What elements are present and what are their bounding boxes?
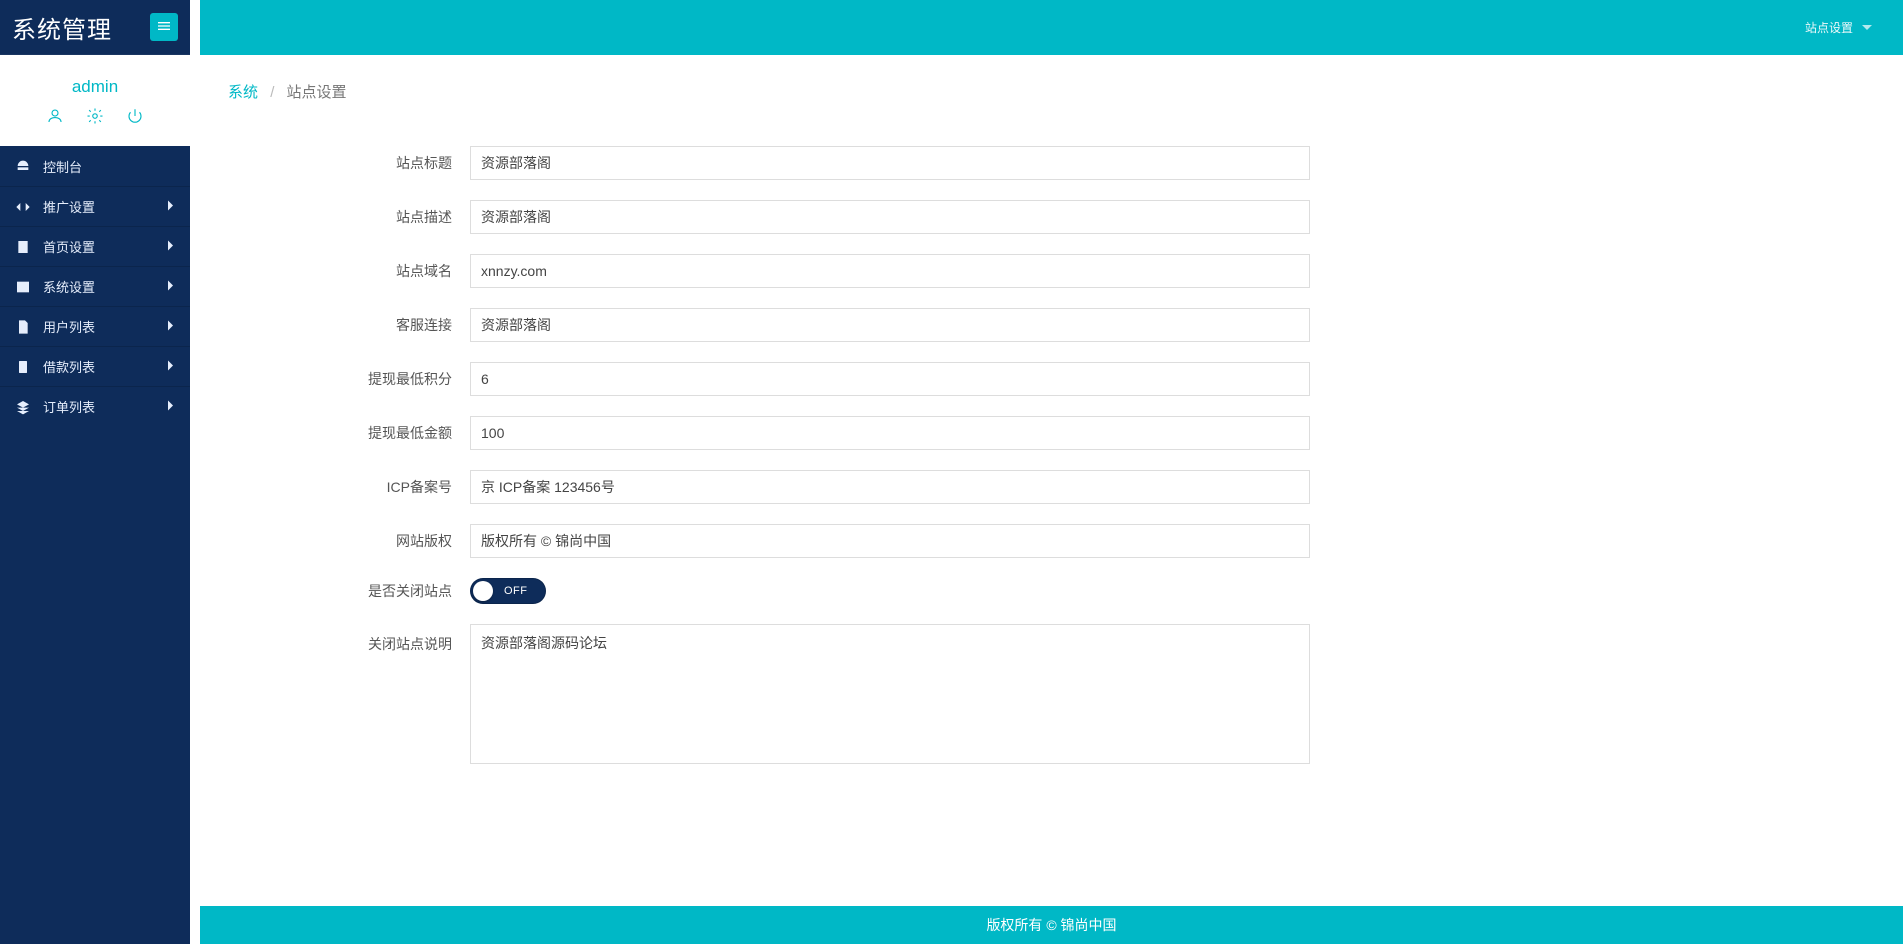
nav-label: 借款列表 bbox=[43, 357, 95, 376]
chevron-right-icon bbox=[167, 359, 175, 374]
input-kefu-link[interactable] bbox=[470, 308, 1310, 342]
nav-label: 系统设置 bbox=[43, 277, 95, 296]
form-panel: 站点标题 站点描述 站点域名 客服连接 提现最低积分 bbox=[200, 116, 1903, 847]
input-copyright[interactable] bbox=[470, 524, 1310, 558]
input-site-domain[interactable] bbox=[470, 254, 1310, 288]
sidebar-top: 系统管理 bbox=[0, 0, 190, 55]
label-site-desc: 站点描述 bbox=[230, 207, 470, 227]
brand: 系统管理 bbox=[12, 10, 112, 45]
nav-item-orders[interactable]: 订单列表 bbox=[0, 386, 190, 426]
nav-label: 首页设置 bbox=[43, 237, 95, 256]
menu-toggle-button[interactable] bbox=[150, 13, 178, 41]
input-min-amount[interactable] bbox=[470, 416, 1310, 450]
textarea-closed-msg[interactable] bbox=[470, 624, 1310, 764]
label-min-points: 提现最低积分 bbox=[230, 369, 470, 389]
label-site-domain: 站点域名 bbox=[230, 261, 470, 281]
nav-label: 控制台 bbox=[43, 157, 82, 176]
chevron-down-icon[interactable] bbox=[1861, 20, 1873, 36]
chevron-right-icon bbox=[167, 399, 175, 414]
sidebar: 系统管理 admin 控制台 bbox=[0, 0, 190, 944]
footer-text: 版权所有 © 锦尚中国 bbox=[986, 915, 1116, 935]
footer: 版权所有 © 锦尚中国 bbox=[200, 906, 1903, 944]
topbar: 站点设置 bbox=[200, 0, 1903, 55]
toggle-knob bbox=[473, 581, 493, 601]
layers-icon bbox=[15, 399, 31, 415]
label-min-amount: 提现最低金额 bbox=[230, 423, 470, 443]
top-tab[interactable]: 站点设置 bbox=[1805, 19, 1853, 36]
dashboard-icon bbox=[15, 158, 31, 174]
breadcrumb-active: 站点设置 bbox=[287, 84, 347, 101]
input-icp[interactable] bbox=[470, 470, 1310, 504]
chevron-right-icon bbox=[167, 199, 175, 214]
label-site-title: 站点标题 bbox=[230, 153, 470, 173]
breadcrumb: 系统 / 站点设置 bbox=[200, 55, 1903, 116]
main: 系统 / 站点设置 站点标题 站点描述 站点域名 客服连接 bbox=[200, 0, 1903, 944]
input-site-title[interactable] bbox=[470, 146, 1310, 180]
toggle-site-closed[interactable]: OFF bbox=[470, 578, 546, 604]
label-closed: 是否关闭站点 bbox=[230, 581, 470, 601]
input-min-points[interactable] bbox=[470, 362, 1310, 396]
profile-panel: admin bbox=[0, 55, 190, 146]
building-icon bbox=[15, 239, 31, 255]
user-icon[interactable] bbox=[46, 107, 64, 128]
breadcrumb-separator: / bbox=[270, 84, 274, 101]
file-icon bbox=[15, 319, 31, 335]
nav-label: 用户列表 bbox=[43, 317, 95, 336]
hamburger-icon bbox=[156, 18, 172, 37]
nav-item-dashboard[interactable]: 控制台 bbox=[0, 146, 190, 186]
table-icon bbox=[15, 279, 31, 295]
nav-item-loans[interactable]: 借款列表 bbox=[0, 346, 190, 386]
tablet-icon bbox=[15, 359, 31, 375]
nav-item-promote[interactable]: 推广设置 bbox=[0, 186, 190, 226]
nav-label: 订单列表 bbox=[43, 397, 95, 416]
chevron-right-icon bbox=[167, 319, 175, 334]
power-icon[interactable] bbox=[126, 107, 144, 128]
code-icon bbox=[15, 199, 31, 215]
toggle-label: OFF bbox=[504, 585, 528, 597]
label-icp: ICP备案号 bbox=[230, 477, 470, 497]
nav-label: 推广设置 bbox=[43, 197, 95, 216]
chevron-right-icon bbox=[167, 239, 175, 254]
chevron-right-icon bbox=[167, 279, 175, 294]
breadcrumb-root[interactable]: 系统 bbox=[228, 84, 258, 101]
nav: 控制台 推广设置 首页设置 系统设置 bbox=[0, 146, 190, 426]
nav-item-system[interactable]: 系统设置 bbox=[0, 266, 190, 306]
profile-name: admin bbox=[0, 77, 190, 97]
label-kefu-link: 客服连接 bbox=[230, 315, 470, 335]
input-site-desc[interactable] bbox=[470, 200, 1310, 234]
gear-icon[interactable] bbox=[86, 107, 104, 128]
nav-item-users[interactable]: 用户列表 bbox=[0, 306, 190, 346]
label-closed-msg: 关闭站点说明 bbox=[230, 624, 470, 654]
nav-item-home[interactable]: 首页设置 bbox=[0, 226, 190, 266]
label-copyright: 网站版权 bbox=[230, 531, 470, 551]
